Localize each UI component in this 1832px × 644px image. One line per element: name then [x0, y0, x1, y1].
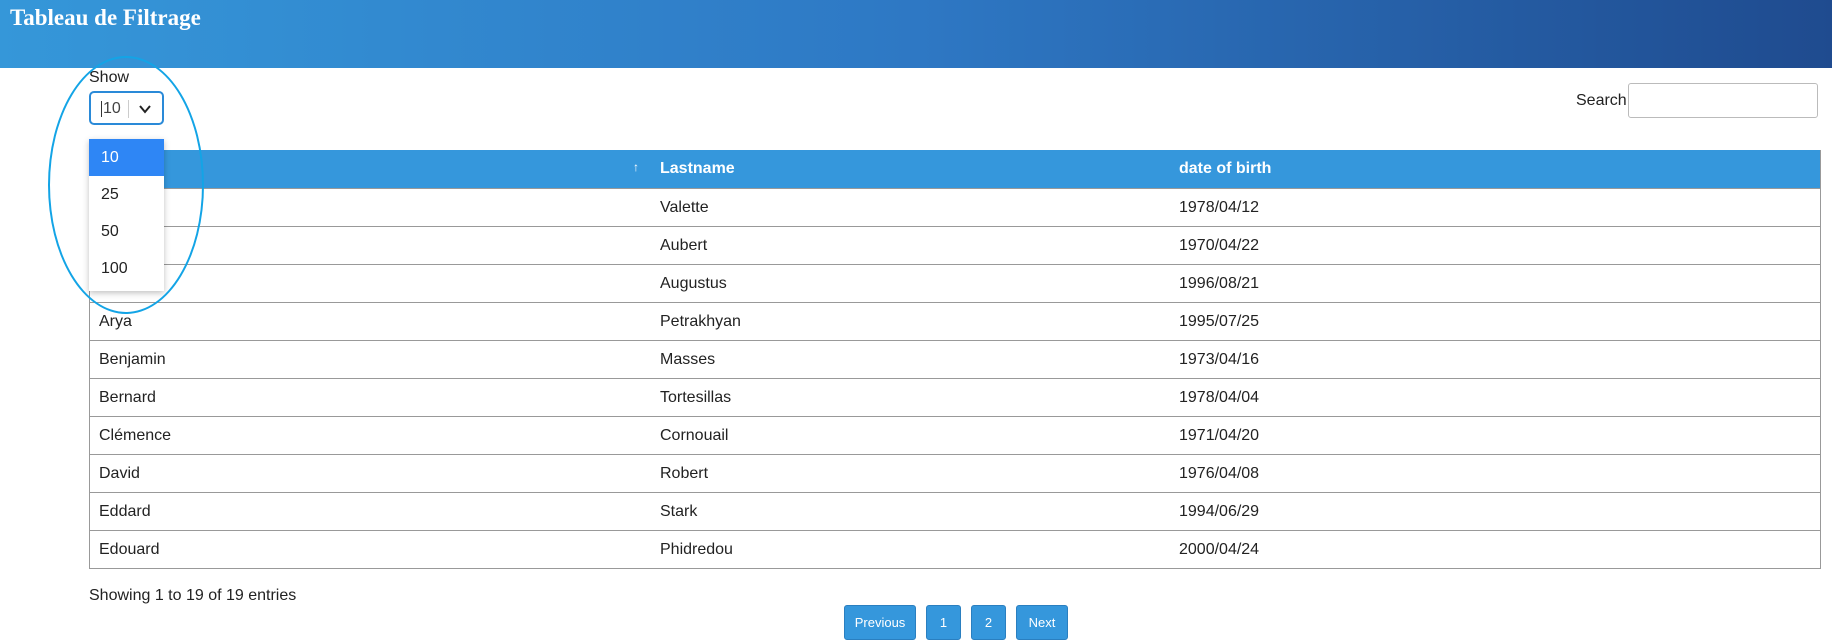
- table-row: Edouard Phidredou 2000/04/24: [90, 530, 1820, 568]
- sort-arrow-icon: ↑: [633, 160, 639, 174]
- cell-firstname: Benjamin: [90, 340, 651, 379]
- cell-firstname: [90, 226, 651, 265]
- cell-lastname: Valette: [651, 188, 1170, 227]
- cell-lastname: Aubert: [651, 226, 1170, 265]
- cell-lastname: Cornouail: [651, 416, 1170, 455]
- cell-firstname: Arya: [90, 302, 651, 341]
- cell-lastname: Phidredou: [651, 530, 1170, 568]
- previous-button[interactable]: Previous: [844, 605, 916, 640]
- cell-firstname: Eddard: [90, 492, 651, 531]
- cell-lastname: Augustus: [651, 264, 1170, 303]
- entries-length-select[interactable]: 10: [89, 91, 164, 125]
- table-info: Showing 1 to 19 of 19 entries: [89, 587, 297, 604]
- cell-dob: 1994/06/29: [1170, 492, 1820, 531]
- cell-dob: 1973/04/16: [1170, 340, 1820, 379]
- table-row: Aubert 1970/04/22: [90, 226, 1820, 265]
- cell-lastname: Masses: [651, 340, 1170, 379]
- entries-length-value: 10: [103, 100, 121, 117]
- pagination: Previous 1 2 Next: [844, 605, 1068, 640]
- cell-firstname: Bernard: [90, 378, 651, 417]
- dropdown-option-10[interactable]: 10: [89, 139, 164, 176]
- column-header-lastname[interactable]: Lastname: [651, 150, 1170, 189]
- table-row: Augustus 1996/08/21: [90, 264, 1820, 303]
- page-title: Tableau de Filtrage: [10, 5, 201, 30]
- cell-dob: 1976/04/08: [1170, 454, 1820, 493]
- dropdown-option-100[interactable]: 100: [89, 250, 164, 287]
- search-input[interactable]: [1628, 83, 1818, 118]
- dropdown-option-25[interactable]: 25: [89, 176, 164, 213]
- table-row: David Robert 1976/04/08: [90, 454, 1820, 493]
- text-caret: [101, 101, 102, 117]
- data-table: e ↑ Lastname date of birth Valette1978/0…: [90, 150, 1820, 568]
- chevron-down-icon[interactable]: [138, 102, 152, 116]
- cell-lastname: Petrakhyan: [651, 302, 1170, 341]
- cell-dob: 1971/04/20: [1170, 416, 1820, 455]
- table-row: Eddard Stark 1994/06/29: [90, 492, 1820, 531]
- table-header-row: e ↑ Lastname date of birth: [90, 150, 1820, 189]
- cell-firstname: [90, 264, 651, 303]
- cell-dob: 1970/04/22: [1170, 226, 1820, 265]
- next-button[interactable]: Next: [1016, 605, 1068, 640]
- cell-lastname: Robert: [651, 454, 1170, 493]
- dropdown-option-50[interactable]: 50: [89, 213, 164, 250]
- cell-firstname: David: [90, 454, 651, 493]
- column-header-firstname[interactable]: e ↑: [90, 150, 651, 189]
- page-header: Tableau de Filtrage: [0, 0, 1832, 68]
- cell-dob: 1996/08/21: [1170, 264, 1820, 303]
- table-row: Clémence Cornouail 1971/04/20: [90, 416, 1820, 455]
- page-button-2[interactable]: 2: [971, 605, 1006, 640]
- cell-dob: 2000/04/24: [1170, 530, 1820, 568]
- select-divider: [128, 100, 129, 118]
- cell-dob: 1995/07/25: [1170, 302, 1820, 341]
- cell-firstname: [90, 188, 651, 227]
- show-label: Show: [89, 69, 130, 86]
- table-row: Arya Petrakhyan 1995/07/25: [90, 302, 1820, 341]
- cell-lastname: Stark: [651, 492, 1170, 531]
- cell-firstname: Clémence: [90, 416, 651, 455]
- search-label: Search:: [1576, 92, 1632, 109]
- column-header-dob[interactable]: date of birth: [1170, 150, 1820, 189]
- cell-firstname: Edouard: [90, 530, 651, 568]
- table-row: Bernard Tortesillas 1978/04/04: [90, 378, 1820, 417]
- data-table-container: e ↑ Lastname date of birth Valette1978/0…: [89, 150, 1821, 569]
- cell-dob: 1978/04/04: [1170, 378, 1820, 417]
- cell-lastname: Tortesillas: [651, 378, 1170, 417]
- table-row: Valette 1978/04/12: [90, 188, 1820, 227]
- cell-dob: 1978/04/12: [1170, 188, 1820, 227]
- entries-length-dropdown: 10 25 50 100: [89, 139, 164, 291]
- page-button-1[interactable]: 1: [926, 605, 961, 640]
- table-row: Benjamin Masses 1973/04/16: [90, 340, 1820, 379]
